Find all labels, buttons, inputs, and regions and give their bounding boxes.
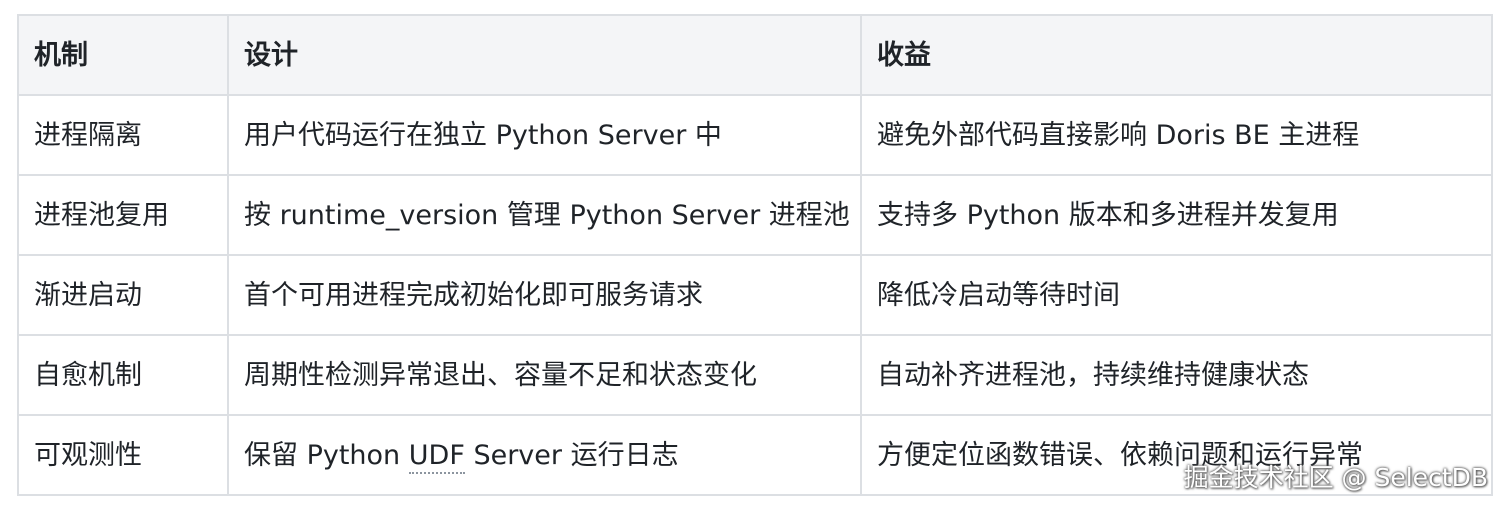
design-text-post: Server 运行日志 bbox=[464, 439, 679, 471]
table-row: 进程池复用 按 runtime_version 管理 Python Server… bbox=[17, 174, 1493, 256]
table-header-row: 机制 设计 收益 bbox=[17, 14, 1493, 96]
header-mechanism: 机制 bbox=[17, 14, 229, 96]
table-row: 进程隔离 用户代码运行在独立 Python Server 中 避免外部代码直接影… bbox=[17, 94, 1493, 176]
cell-design: 周期性检测异常退出、容量不足和状态变化 bbox=[227, 334, 862, 416]
header-design: 设计 bbox=[227, 14, 862, 96]
cell-design: 保留 Python UDF Server 运行日志 bbox=[227, 414, 862, 496]
cell-mechanism: 可观测性 bbox=[17, 414, 229, 496]
cell-mechanism: 进程池复用 bbox=[17, 174, 229, 256]
cell-mechanism: 自愈机制 bbox=[17, 334, 229, 416]
mechanism-table: 机制 设计 收益 进程隔离 用户代码运行在独立 Python Server 中 … bbox=[17, 14, 1493, 496]
watermark: 掘金技术社区 @ SelectDB bbox=[1183, 463, 1488, 492]
cell-benefit: 自动补齐进程池，持续维持健康状态 bbox=[860, 334, 1493, 416]
cell-benefit: 支持多 Python 版本和多进程并发复用 bbox=[860, 174, 1493, 256]
mechanism-table-container: 机制 设计 收益 进程隔离 用户代码运行在独立 Python Server 中 … bbox=[17, 14, 1493, 496]
cell-design: 用户代码运行在独立 Python Server 中 bbox=[227, 94, 862, 176]
cell-design: 按 runtime_version 管理 Python Server 进程池 bbox=[227, 174, 862, 256]
design-text-pre: 保留 Python bbox=[244, 439, 409, 471]
cell-benefit: 避免外部代码直接影响 Doris BE 主进程 bbox=[860, 94, 1493, 176]
header-benefit: 收益 bbox=[860, 14, 1493, 96]
udf-abbreviation[interactable]: UDF bbox=[408, 439, 465, 474]
cell-benefit: 降低冷启动等待时间 bbox=[860, 254, 1493, 336]
cell-mechanism: 渐进启动 bbox=[17, 254, 229, 336]
table-row: 渐进启动 首个可用进程完成初始化即可服务请求 降低冷启动等待时间 bbox=[17, 254, 1493, 336]
cell-mechanism: 进程隔离 bbox=[17, 94, 229, 176]
cell-design: 首个可用进程完成初始化即可服务请求 bbox=[227, 254, 862, 336]
table-row: 自愈机制 周期性检测异常退出、容量不足和状态变化 自动补齐进程池，持续维持健康状… bbox=[17, 334, 1493, 416]
